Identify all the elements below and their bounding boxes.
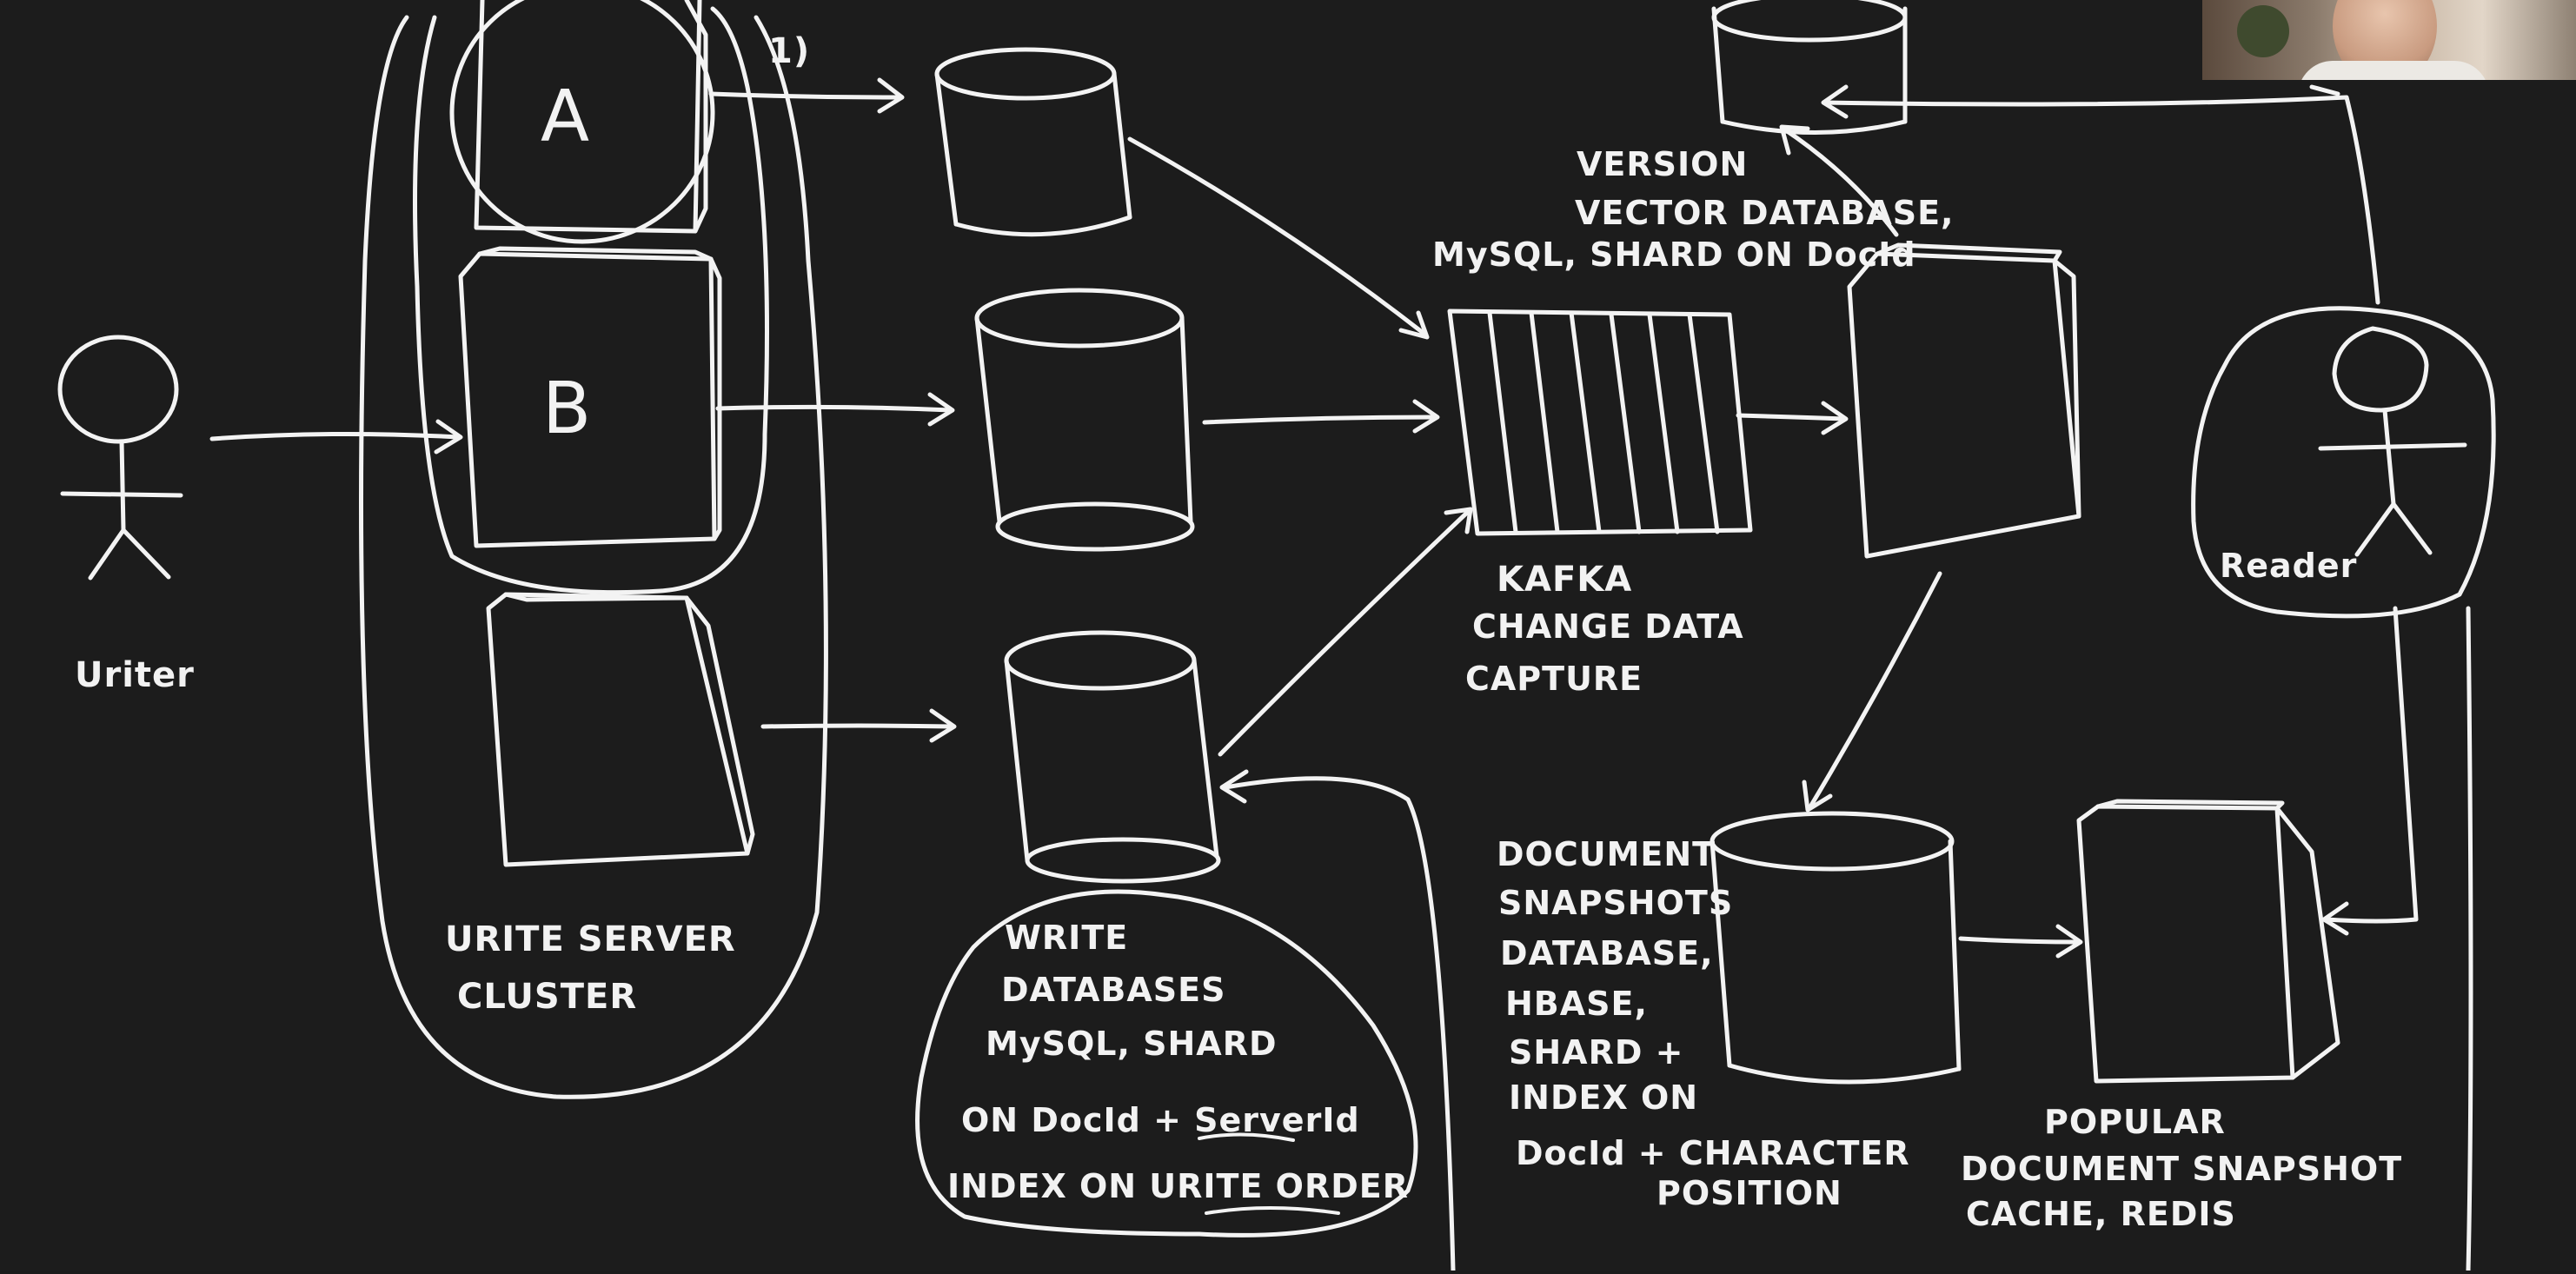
kafka-queue	[1447, 309, 1753, 536]
reader-to-cache-arrow	[2323, 606, 2419, 924]
snapshots-db-label-6: INDEX ON	[1509, 1078, 1698, 1117]
version-vector-db	[1711, 0, 1908, 135]
whiteboard: Uriter A B URITE SERVER CLUSTER 1) WRITE…	[0, 0, 2576, 1273]
snapshot-consumer-server	[1847, 242, 2081, 559]
server-b-label: B	[542, 368, 591, 450]
cache-label-1: POPULAR	[2044, 1103, 2226, 1141]
document-snapshots-db	[1710, 811, 1962, 1085]
background-plant	[2237, 5, 2289, 57]
presenter-shirt	[2298, 61, 2489, 80]
reader-down-line	[2466, 606, 2473, 1273]
snapshots-db-label-8: POSITION	[1656, 1174, 1842, 1212]
kafka-label-3: CAPTURE	[1465, 660, 1643, 698]
step-label: 1)	[768, 31, 810, 71]
snapshots-db-label-2: SNAPSHOTS	[1498, 884, 1733, 922]
cache-label-2: DOCUMENT SNAPSHOT	[1961, 1150, 2402, 1188]
snapshots-db-label-4: HBASE,	[1505, 985, 1648, 1023]
write-db-1	[934, 47, 1132, 237]
snapshots-db-label-5: SHARD +	[1509, 1033, 1683, 1072]
popular-snapshot-cache	[2076, 799, 2340, 1084]
writer-label: Uriter	[75, 655, 195, 695]
version-db-label-2: VECTOR DATABASE,	[1575, 194, 1955, 232]
write-order-underline	[1205, 1206, 1340, 1215]
snapshots-db-label-1: DOCUMENT	[1497, 835, 1716, 873]
writer-figure	[57, 335, 183, 581]
write-db-label-3: MySQL, SHARD	[986, 1025, 1278, 1063]
kafka-to-consumer-arrow	[1736, 413, 1847, 421]
write-server-cluster-label-1: URITE SERVER	[445, 919, 736, 959]
version-db-label-3: MySQL, SHARD ON DocId	[1432, 236, 1916, 274]
version-db-label-1: VERSION	[1577, 145, 1748, 183]
kafka-label-2: CHANGE DATA	[1472, 607, 1744, 646]
snapshots-db-to-cache-arrow	[1958, 936, 2081, 945]
write-db-label-5: INDEX ON URITE ORDER	[947, 1167, 1409, 1205]
b-to-db2-arrow	[715, 404, 953, 413]
snapshots-db-label-3: DATABASE,	[1500, 934, 1714, 972]
write-server-cluster-label-2: CLUSTER	[457, 977, 637, 1017]
consumer-to-snapshots-db-arrow	[1807, 571, 1942, 811]
write-db-3	[1004, 630, 1221, 884]
write-db-label-1: WRITE	[1005, 919, 1128, 957]
reader-label: Reader	[2220, 547, 2357, 585]
write-db-label-4: ON DocId + ServerId	[961, 1101, 1360, 1139]
server-a-label: A	[541, 76, 589, 158]
a-to-db1-arrow	[708, 91, 903, 100]
system-design-diagram: Uriter A B URITE SERVER CLUSTER 1) WRITE…	[57, 0, 2496, 1273]
write-db-2	[974, 288, 1195, 552]
kafka-label-1: KAFKA	[1497, 560, 1632, 600]
snapshots-db-label-7: DocId + CHARACTER	[1516, 1134, 1910, 1172]
db2-to-kafka-arrow	[1202, 415, 1438, 425]
db3-to-kafka-arrow	[1218, 508, 1471, 757]
s3-to-db3-arrow	[760, 723, 955, 729]
cache-label-3: CACHE, REDIS	[1966, 1195, 2236, 1233]
write-db-label-2: DATABASES	[1001, 971, 1225, 1009]
writer-to-b-arrow	[209, 431, 461, 441]
webcam-overlay	[2202, 0, 2576, 80]
